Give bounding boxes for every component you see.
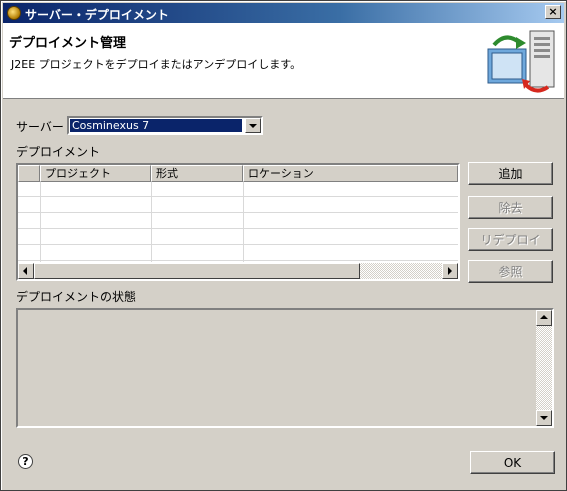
table-row[interactable] xyxy=(18,182,458,197)
scroll-up-button[interactable] xyxy=(536,310,552,326)
column-header-location[interactable]: ロケーション xyxy=(243,165,458,182)
title-bar[interactable]: サーバー・デプロイメント × xyxy=(3,3,564,23)
scroll-thumb[interactable] xyxy=(34,263,360,279)
table-row[interactable] xyxy=(18,246,458,261)
column-header-project[interactable]: プロジェクト xyxy=(40,165,151,182)
deployment-status-label: デプロイメントの状態 xyxy=(16,290,137,304)
status-vertical-scrollbar[interactable] xyxy=(536,310,552,426)
window-title: サーバー・デプロイメント xyxy=(25,8,169,22)
header-description: J2EE プロジェクトをデプロイまたはアンデプロイします。 xyxy=(11,58,302,71)
scroll-left-button[interactable] xyxy=(18,263,34,279)
column-header-select[interactable] xyxy=(18,165,40,182)
server-select[interactable]: Cosminexus 7 xyxy=(67,116,263,135)
arrow-down-icon xyxy=(540,416,548,420)
table-horizontal-scrollbar[interactable] xyxy=(18,263,458,279)
dropdown-arrow-button[interactable] xyxy=(245,118,261,133)
browse-button[interactable]: 参照 xyxy=(468,260,553,283)
arrow-up-icon xyxy=(540,315,548,319)
server-deployment-dialog: サーバー・デプロイメント × デプロイメント管理 J2EE プロジェクトをデプロ… xyxy=(0,0,567,491)
dialog-header: デプロイメント管理 J2EE プロジェクトをデプロイまたはアンデプロイします。 xyxy=(3,23,564,99)
server-select-value: Cosminexus 7 xyxy=(69,118,243,133)
header-title: デプロイメント管理 xyxy=(9,36,127,51)
scroll-right-button[interactable] xyxy=(442,263,458,279)
deployment-table[interactable]: プロジェクト 形式 ロケーション xyxy=(16,163,460,281)
column-header-type[interactable]: 形式 xyxy=(151,165,243,182)
redeploy-button[interactable]: リデプロイ xyxy=(468,228,553,251)
table-row[interactable] xyxy=(18,198,458,213)
server-label: サーバー xyxy=(16,120,64,134)
deployment-status-area[interactable] xyxy=(16,308,554,428)
arrow-left-icon xyxy=(23,267,27,275)
deploy-banner-icon xyxy=(487,30,555,93)
ok-button[interactable]: OK xyxy=(470,451,555,474)
help-icon[interactable]: ? xyxy=(18,454,33,469)
chevron-down-icon xyxy=(249,124,257,128)
deployment-label: デプロイメント xyxy=(16,145,101,159)
app-icon xyxy=(7,6,21,20)
table-row[interactable] xyxy=(18,230,458,245)
table-header: プロジェクト 形式 ロケーション xyxy=(18,165,458,182)
arrow-right-icon xyxy=(448,267,452,275)
table-row[interactable] xyxy=(18,214,458,229)
remove-button[interactable]: 除去 xyxy=(468,196,553,219)
add-button[interactable]: 追加 xyxy=(468,162,553,185)
scroll-down-button[interactable] xyxy=(536,410,552,426)
close-button[interactable]: × xyxy=(545,5,561,19)
